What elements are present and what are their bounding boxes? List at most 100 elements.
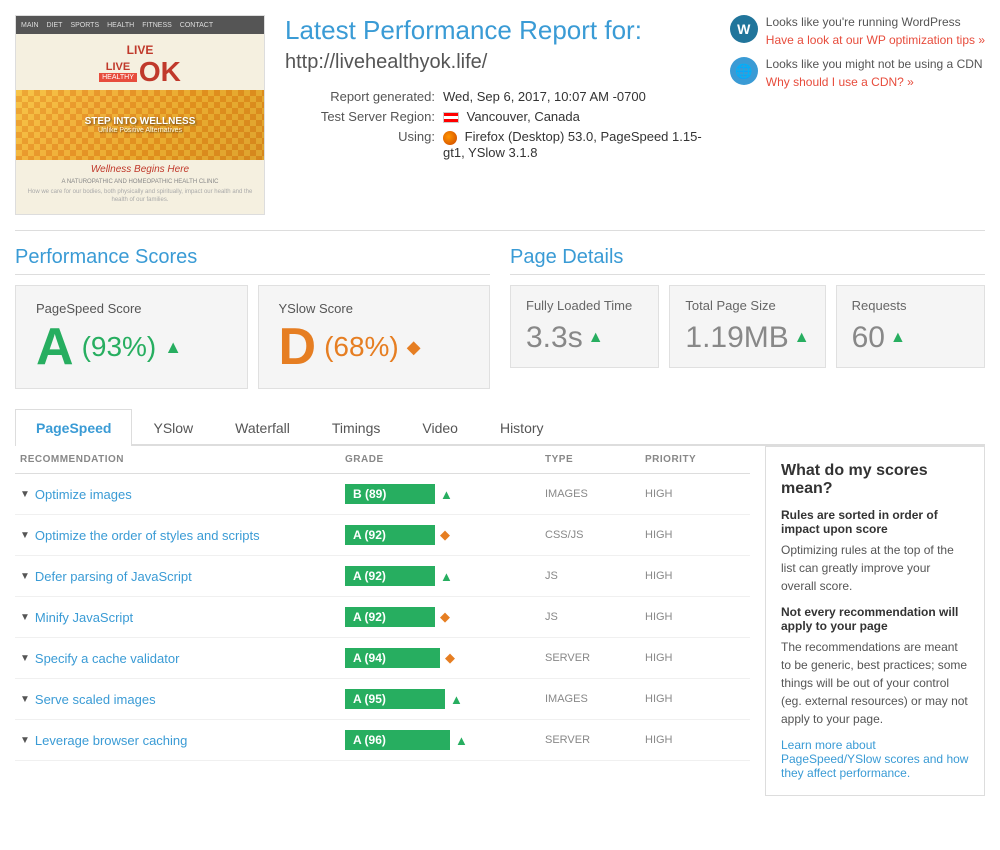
info-subtitle1: Rules are sorted in order of impact upon… <box>781 508 969 536</box>
grade-value: A (95) <box>345 689 445 709</box>
priority-value: HIGH <box>645 693 745 705</box>
nav-item: SPORTS <box>70 22 99 29</box>
tab-timings[interactable]: Timings <box>311 409 402 446</box>
grade-bar: A (95) ▲ <box>345 689 545 709</box>
grade-trend-icon: ◆ <box>440 527 450 543</box>
info-text2: The recommendations are meant to be gene… <box>781 638 969 728</box>
size-trend-icon: ▲ <box>794 329 810 347</box>
grade-trend-icon: ◆ <box>440 609 450 625</box>
subtitle-text: A NATUROPATHIC AND HOMEOPATHIC HEALTH CL… <box>16 177 264 187</box>
tab-history[interactable]: History <box>479 409 565 446</box>
rec-label: Defer parsing of JavaScript <box>35 569 192 584</box>
grade-value: A (92) <box>345 607 435 627</box>
rec-name[interactable]: ▼ Serve scaled images <box>20 692 345 707</box>
logo-ok-text: OK <box>139 58 181 86</box>
notice2-link[interactable]: Why should I use a CDN? » <box>766 75 914 89</box>
report-generated-value: Wed, Sep 6, 2017, 10:07 AM -0700 <box>443 89 646 104</box>
logo-live-text: LIVE <box>106 62 130 73</box>
wordpress-icon: W <box>730 15 758 43</box>
row-toggle-icon: ▼ <box>20 571 30 582</box>
row-toggle-icon: ▼ <box>20 489 30 500</box>
cdn-notice: 🌐 Looks like you might not be using a CD… <box>730 57 985 89</box>
grade-trend-icon: ▲ <box>440 569 453 584</box>
tab-waterfall[interactable]: Waterfall <box>214 409 311 446</box>
info-subtitle2: Not every recommendation will apply to y… <box>781 605 969 633</box>
pagespeed-grade: A <box>36 321 74 373</box>
loaded-time-value: 3.3s ▲ <box>526 321 643 355</box>
rec-name[interactable]: ▼ Defer parsing of JavaScript <box>20 569 345 584</box>
yslow-score-card: YSlow Score D (68%) ◆ <box>258 285 491 389</box>
scores-section: Performance Scores PageSpeed Score A (93… <box>15 246 985 389</box>
table-row: ▼ Minify JavaScript A (92) ◆ JS HIGH <box>15 597 750 638</box>
loaded-trend-icon: ▲ <box>588 329 604 347</box>
performance-scores-panel: Performance Scores PageSpeed Score A (93… <box>15 246 490 389</box>
notice1-text: Looks like you're running WordPress <box>766 15 985 29</box>
rec-name[interactable]: ▼ Optimize images <box>20 487 345 502</box>
pagespeed-trend-icon: ▲ <box>164 337 182 358</box>
rec-label: Optimize the order of styles and scripts <box>35 528 260 543</box>
grade-trend-icon: ▲ <box>455 733 468 748</box>
grade-bar: A (92) ◆ <box>345 525 545 545</box>
yslow-trend-icon: ◆ <box>407 337 421 358</box>
info-box: What do my scores mean? Rules are sorted… <box>765 446 985 796</box>
tagline: Unlike Positive Alternatives <box>85 127 196 134</box>
row-toggle-icon: ▼ <box>20 612 30 623</box>
info-title: What do my scores mean? <box>781 462 969 498</box>
page-details-title: Page Details <box>510 246 985 275</box>
tab-yslow[interactable]: YSlow <box>132 409 214 446</box>
loaded-time-card: Fully Loaded Time 3.3s ▲ <box>510 285 659 368</box>
rec-name[interactable]: ▼ Minify JavaScript <box>20 610 345 625</box>
grade-trend-icon: ▲ <box>450 692 463 707</box>
nav-item: FITNESS <box>142 22 172 29</box>
scores-grid: PageSpeed Score A (93%) ▲ YSlow Score D … <box>15 285 490 389</box>
info-learn-more-link[interactable]: Learn more about PageSpeed/YSlow scores … <box>781 738 968 780</box>
rec-label: Minify JavaScript <box>35 610 133 625</box>
test-server-label: Test Server Region: <box>285 109 435 124</box>
yslow-pct: (68%) <box>324 331 399 363</box>
rec-name[interactable]: ▼ Leverage browser caching <box>20 733 345 748</box>
report-meta: Report generated: Wed, Sep 6, 2017, 10:0… <box>285 89 710 160</box>
recommendations-table: RECOMMENDATION GRADE TYPE PRIORITY ▼ Opt… <box>15 446 750 796</box>
grade-bar: B (89) ▲ <box>345 484 545 504</box>
loaded-time-label: Fully Loaded Time <box>526 298 643 313</box>
grade-bar: A (92) ▲ <box>345 566 545 586</box>
logo-live: LIVE <box>127 43 154 57</box>
requests-label: Requests <box>852 298 969 313</box>
grade-bar: A (92) ◆ <box>345 607 545 627</box>
nav-item: CONTACT <box>180 22 213 29</box>
pagespeed-pct: (93%) <box>82 331 157 363</box>
grade-value: A (92) <box>345 525 435 545</box>
grade-bar: A (94) ◆ <box>345 648 545 668</box>
notice1-link[interactable]: Have a look at our WP optimization tips … <box>766 33 985 47</box>
page-size-label: Total Page Size <box>685 298 809 313</box>
firefox-icon <box>443 131 457 145</box>
yslow-value: D (68%) ◆ <box>279 321 470 373</box>
table-row: ▼ Leverage browser caching A (96) ▲ SERV… <box>15 720 750 761</box>
requests-trend-icon: ▲ <box>890 329 906 347</box>
notice2-text: Looks like you might not be using a CDN <box>766 57 983 71</box>
col-type: TYPE <box>545 454 645 465</box>
report-generated-label: Report generated: <box>285 89 435 104</box>
body-text: How we care for our bodies, both physica… <box>16 187 264 207</box>
type-value: SERVER <box>545 652 645 664</box>
pagespeed-label: PageSpeed Score <box>36 301 227 316</box>
priority-value: HIGH <box>645 652 745 664</box>
page-size-value: 1.19MB ▲ <box>685 321 809 355</box>
rec-name[interactable]: ▼ Specify a cache validator <box>20 651 345 666</box>
performance-scores-title: Performance Scores <box>15 246 490 275</box>
rec-name[interactable]: ▼ Optimize the order of styles and scrip… <box>20 528 345 543</box>
row-toggle-icon: ▼ <box>20 530 30 541</box>
requests-card: Requests 60 ▲ <box>836 285 985 368</box>
tab-pagespeed[interactable]: PageSpeed <box>15 409 132 446</box>
type-value: JS <box>545 611 645 623</box>
priority-value: HIGH <box>645 611 745 623</box>
row-toggle-icon: ▼ <box>20 694 30 705</box>
wordpress-notice: W Looks like you're running WordPress Ha… <box>730 15 985 47</box>
page-title: Latest Performance Report for: <box>285 15 710 46</box>
tab-video[interactable]: Video <box>401 409 479 446</box>
requests-value: 60 ▲ <box>852 321 969 355</box>
site-thumbnail: MAIN DIET SPORTS HEALTH FITNESS CONTACT … <box>15 15 265 215</box>
grade-bar: A (96) ▲ <box>345 730 545 750</box>
row-toggle-icon: ▼ <box>20 653 30 664</box>
pagespeed-value: A (93%) ▲ <box>36 321 227 373</box>
